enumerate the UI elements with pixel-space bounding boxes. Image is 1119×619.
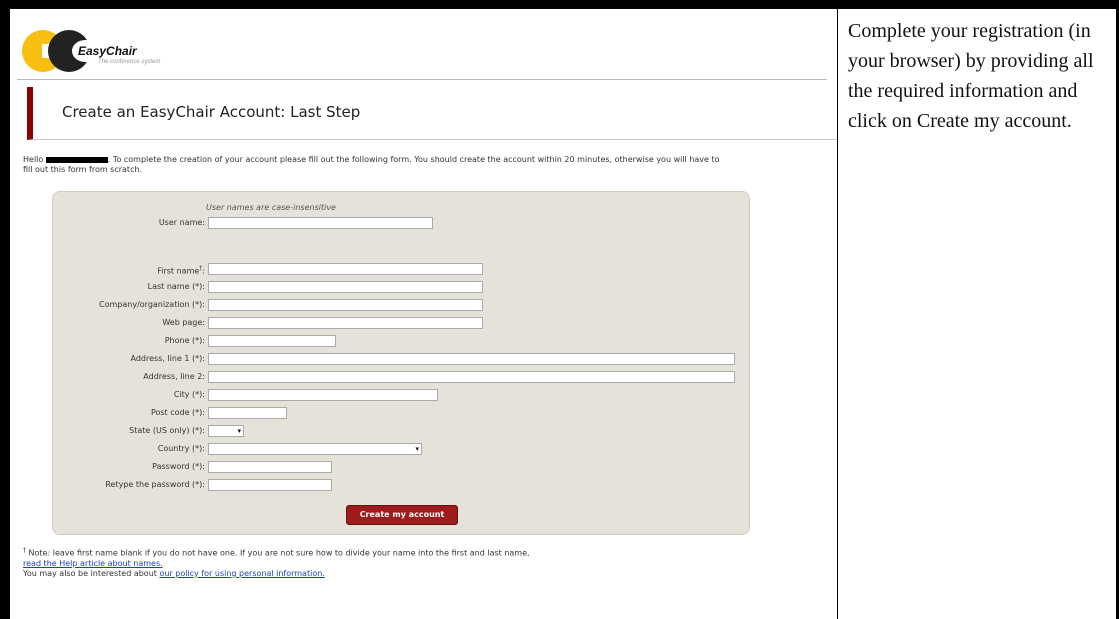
page-title: Create an EasyChair Account: Last Step (62, 103, 361, 121)
web-page-label: Web page: (162, 318, 205, 327)
city-label: City (*): (173, 390, 205, 399)
last-name-label: Last name (*): (147, 282, 205, 291)
password-label: Password (*): (152, 462, 205, 471)
redacted-name (45, 156, 108, 163)
phone-input[interactable] (208, 335, 336, 347)
footer-notes: † Note: leave first name blank if you do… (23, 547, 530, 578)
retype-password-input[interactable] (208, 479, 332, 491)
dropdown-arrow-icon: ▾ (415, 445, 419, 453)
state-label: State (US only) (*): (129, 426, 205, 435)
create-account-button[interactable]: Create my account (346, 505, 458, 525)
company-label: Company/organization (*): (99, 300, 205, 309)
post-code-input[interactable] (208, 407, 287, 419)
last-name-input[interactable] (208, 281, 483, 293)
password-input[interactable] (208, 461, 332, 473)
browser-screenshot: EasyChair The conference system Create a… (10, 9, 837, 619)
user-name-label: User name: (158, 218, 205, 227)
page-title-bar: Create an EasyChair Account: Last Step (27, 87, 837, 140)
company-input[interactable] (208, 299, 483, 311)
address-line2-input[interactable] (208, 371, 735, 383)
user-name-input[interactable] (208, 217, 433, 229)
username-hint: User names are case-insensitive (206, 203, 336, 212)
easychair-logo: EasyChair The conference system (22, 30, 242, 82)
logo-tagline: The conference system (98, 59, 161, 65)
country-select[interactable]: ▾ (208, 443, 422, 455)
retype-password-label: Retype the password (*): (105, 480, 205, 489)
address-line1-input[interactable] (208, 353, 735, 365)
dropdown-arrow-icon: ▾ (237, 427, 241, 435)
intro-text: Hello . To complete the creation of your… (23, 155, 720, 174)
help-article-link[interactable]: read the Help article about names. (23, 559, 163, 568)
first-name-input[interactable] (208, 263, 483, 275)
state-select[interactable]: ▾ (208, 425, 244, 437)
header-divider (17, 79, 827, 80)
logo-name: EasyChair (78, 44, 137, 58)
address-line1-label: Address, line 1 (*): (130, 354, 206, 363)
instruction-text: Complete your registration (in your brow… (848, 20, 1094, 132)
city-input[interactable] (208, 389, 438, 401)
first-name-label: First name†: (157, 265, 205, 276)
web-page-input[interactable] (208, 317, 483, 329)
address-line2-label: Address, line 2: (143, 372, 205, 381)
column-divider (837, 9, 838, 619)
phone-label: Phone (*): (164, 336, 205, 345)
post-code-label: Post code (*): (150, 408, 205, 417)
privacy-policy-link[interactable]: our policy for using personal informatio… (159, 569, 324, 578)
registration-form: User names are case-insensitive User nam… (52, 191, 750, 535)
country-label: Country (*): (157, 444, 205, 453)
